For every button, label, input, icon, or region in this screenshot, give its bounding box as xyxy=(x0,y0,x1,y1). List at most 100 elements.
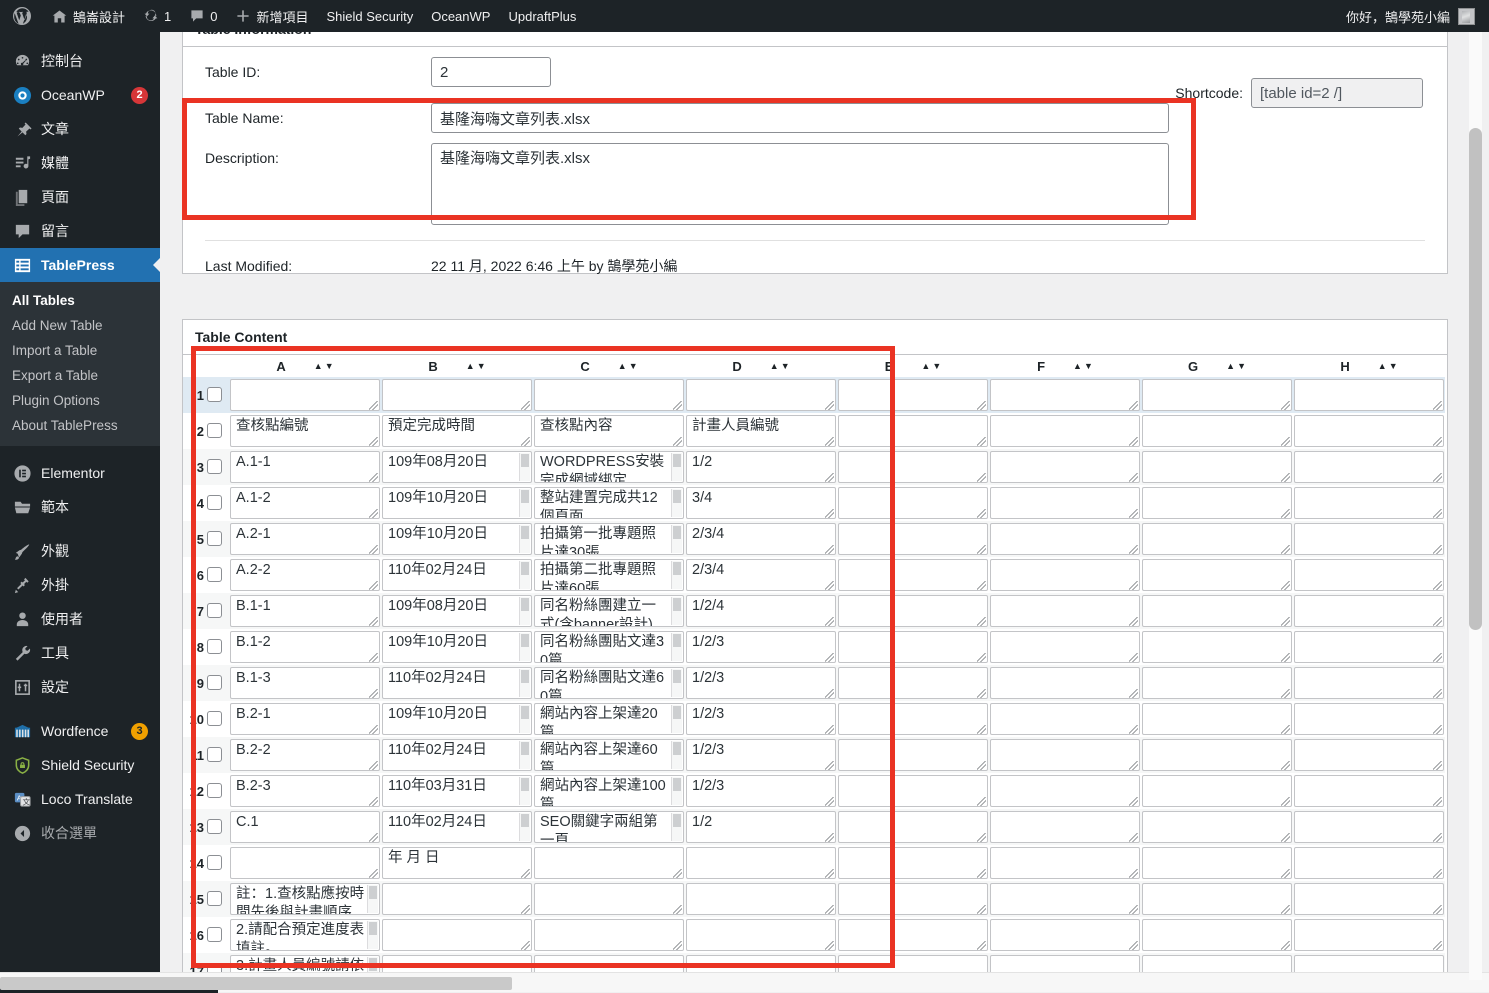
cell-textarea[interactable] xyxy=(1294,631,1444,663)
cell-scroll-thumb[interactable] xyxy=(521,742,529,755)
sort-ascending-icon[interactable]: ▲ xyxy=(1073,362,1082,371)
cell-textarea[interactable] xyxy=(1142,775,1292,807)
row-select-checkbox[interactable] xyxy=(207,891,222,906)
cell-resize-grip[interactable] xyxy=(977,941,986,950)
cell-textarea[interactable] xyxy=(230,847,380,879)
cell-textarea[interactable]: A.2-2 xyxy=(230,559,380,591)
cell-resize-grip[interactable] xyxy=(825,437,834,446)
cell-resize-grip[interactable] xyxy=(1281,689,1290,698)
cell-scroll-thumb[interactable] xyxy=(673,526,681,539)
cell-textarea[interactable] xyxy=(686,919,836,951)
sort-descending-icon[interactable]: ▼ xyxy=(781,362,790,371)
cell-textarea[interactable] xyxy=(1294,451,1444,483)
cell-resize-grip[interactable] xyxy=(1433,617,1442,626)
cell-scroll-thumb[interactable] xyxy=(521,814,529,827)
cell-textarea[interactable] xyxy=(1294,595,1444,627)
cell-resize-grip[interactable] xyxy=(369,437,378,446)
cell-resize-grip[interactable] xyxy=(977,905,986,914)
cell-resize-grip[interactable] xyxy=(1433,401,1442,410)
cell-textarea[interactable] xyxy=(230,379,380,411)
page-vertical-scrollbar[interactable] xyxy=(1469,25,1482,980)
cell-scroll-thumb[interactable] xyxy=(673,814,681,827)
cell-scroll-thumb[interactable] xyxy=(521,670,529,683)
cell-resize-grip[interactable] xyxy=(1281,509,1290,518)
cell-textarea[interactable] xyxy=(1294,379,1444,411)
cell-textarea[interactable] xyxy=(838,919,988,951)
cell-resize-grip[interactable] xyxy=(1129,617,1138,626)
cell-resize-grip[interactable] xyxy=(1433,689,1442,698)
cell-textarea[interactable] xyxy=(382,379,532,411)
cell-scrollbar[interactable] xyxy=(671,489,682,517)
cell-scrollbar[interactable] xyxy=(671,777,682,805)
cell-textarea[interactable] xyxy=(534,379,684,411)
cell-scrollbar[interactable] xyxy=(519,597,530,625)
cell-resize-grip[interactable] xyxy=(673,905,682,914)
row-select-checkbox[interactable] xyxy=(207,531,222,546)
cell-resize-grip[interactable] xyxy=(825,545,834,554)
cell-resize-grip[interactable] xyxy=(369,689,378,698)
sidebar-item-posts[interactable]: 文章 xyxy=(0,112,160,146)
cell-resize-grip[interactable] xyxy=(673,401,682,410)
cell-resize-grip[interactable] xyxy=(825,797,834,806)
cell-textarea[interactable] xyxy=(838,847,988,879)
table-content-grid[interactable]: A▲▼B▲▼C▲▼D▲▼E▲▼F▲▼G▲▼H▲▼12查核點編號預定完成時間查核點… xyxy=(183,355,1445,989)
cell-resize-grip[interactable] xyxy=(521,401,530,410)
cell-resize-grip[interactable] xyxy=(1281,797,1290,806)
cell-scrollbar[interactable] xyxy=(519,669,530,697)
sort-ascending-icon[interactable]: ▲ xyxy=(1378,362,1387,371)
cell-textarea[interactable] xyxy=(990,631,1140,663)
sort-ascending-icon[interactable]: ▲ xyxy=(618,362,627,371)
row-select-checkbox[interactable] xyxy=(207,819,222,834)
vertical-scroll-thumb[interactable] xyxy=(1469,128,1482,630)
cell-textarea[interactable] xyxy=(1294,523,1444,555)
cell-textarea[interactable]: 1/2/3 xyxy=(686,739,836,771)
sort-ascending-icon[interactable]: ▲ xyxy=(466,362,475,371)
row-select-checkbox[interactable] xyxy=(207,675,222,690)
cell-textarea[interactable]: WORDPRESS安裝完成網域綁定 xyxy=(534,451,684,483)
sort-ascending-icon[interactable]: ▲ xyxy=(770,362,779,371)
cell-textarea[interactable]: 2.請配合預定進度表填註。 xyxy=(230,919,380,951)
cell-textarea[interactable] xyxy=(1142,415,1292,447)
cell-resize-grip[interactable] xyxy=(521,437,530,446)
cell-textarea[interactable] xyxy=(990,487,1140,519)
sidebar-item-settings[interactable]: 設定 xyxy=(0,670,160,704)
cell-resize-grip[interactable] xyxy=(1433,581,1442,590)
cell-textarea[interactable] xyxy=(1142,559,1292,591)
cell-resize-grip[interactable] xyxy=(369,869,378,878)
cell-scrollbar[interactable] xyxy=(367,885,378,913)
cell-scrollbar[interactable] xyxy=(519,633,530,661)
row-select-checkbox[interactable] xyxy=(207,603,222,618)
cell-resize-grip[interactable] xyxy=(521,905,530,914)
sort-descending-icon[interactable]: ▼ xyxy=(1237,362,1246,371)
cell-textarea[interactable]: B.2-1 xyxy=(230,703,380,735)
row-select-checkbox[interactable] xyxy=(207,747,222,762)
cell-resize-grip[interactable] xyxy=(1129,509,1138,518)
cell-resize-grip[interactable] xyxy=(1433,545,1442,554)
sidebar-item-tools[interactable]: 工具 xyxy=(0,636,160,670)
cell-resize-grip[interactable] xyxy=(1129,761,1138,770)
sidebar-item-pages[interactable]: 頁面 xyxy=(0,180,160,214)
cell-resize-grip[interactable] xyxy=(1281,869,1290,878)
sidebar-item-media[interactable]: 媒體 xyxy=(0,146,160,180)
cell-textarea[interactable] xyxy=(838,667,988,699)
cell-resize-grip[interactable] xyxy=(977,725,986,734)
cell-textarea[interactable] xyxy=(838,523,988,555)
cell-textarea[interactable] xyxy=(1294,847,1444,879)
cell-scroll-thumb[interactable] xyxy=(521,562,529,575)
cell-textarea[interactable] xyxy=(838,451,988,483)
cell-resize-grip[interactable] xyxy=(1433,797,1442,806)
cell-textarea[interactable] xyxy=(534,919,684,951)
cell-scroll-thumb[interactable] xyxy=(673,598,681,611)
cell-scrollbar[interactable] xyxy=(671,561,682,589)
cell-textarea[interactable] xyxy=(1142,379,1292,411)
sidebar-item-loco-translate[interactable]: A文 Loco Translate xyxy=(0,782,160,816)
cell-resize-grip[interactable] xyxy=(825,725,834,734)
cell-textarea[interactable]: 2/3/4 xyxy=(686,559,836,591)
cell-textarea[interactable] xyxy=(1294,415,1444,447)
cell-resize-grip[interactable] xyxy=(977,617,986,626)
cell-textarea[interactable] xyxy=(1142,811,1292,843)
cell-resize-grip[interactable] xyxy=(1433,905,1442,914)
cell-resize-grip[interactable] xyxy=(369,797,378,806)
sidebar-item-templates[interactable]: 範本 xyxy=(0,490,160,524)
cell-textarea[interactable]: 年 月 日 xyxy=(382,847,532,879)
